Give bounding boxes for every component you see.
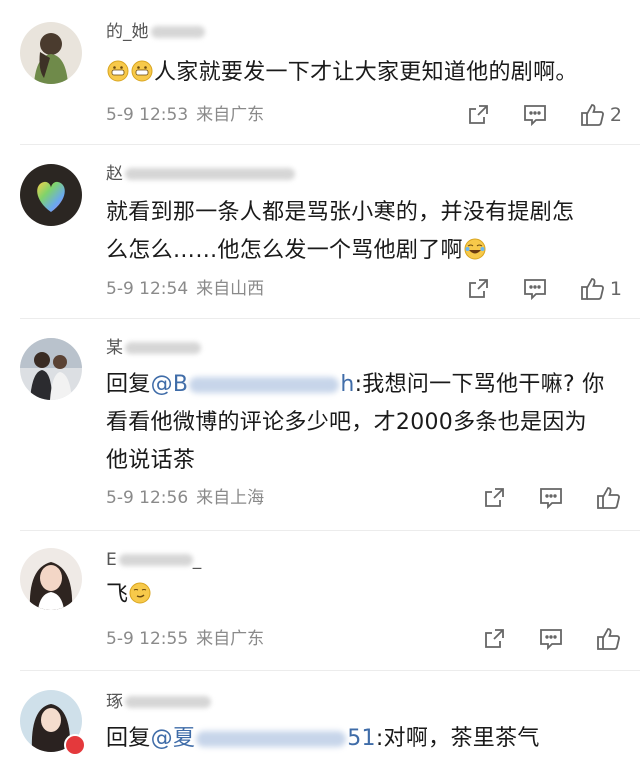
location: 来自上海 <box>196 488 265 508</box>
blurred-username <box>125 168 295 180</box>
verified-badge-icon <box>64 734 86 756</box>
thumbs-up-icon <box>581 104 604 126</box>
divider <box>20 670 640 671</box>
like-button[interactable]: 1 <box>580 277 622 301</box>
like-count: 1 <box>609 278 622 300</box>
comment-actions <box>450 624 622 654</box>
divider <box>20 144 640 145</box>
timestamp: 5-9 12:53 <box>106 105 189 125</box>
comment-text: 回复@B h:我想问一下骂他干嘛? 你 看看他微博的评论多少吧，才2000多条也是… <box>106 372 605 473</box>
timestamp: 5-9 12:55 <box>106 629 189 649</box>
share-icon <box>485 629 504 648</box>
share-button[interactable] <box>482 486 506 510</box>
divider <box>20 530 640 531</box>
like-button[interactable] <box>596 627 622 651</box>
avatar[interactable] <box>20 164 82 226</box>
location: 来自广东 <box>196 629 265 649</box>
share-button[interactable] <box>466 103 490 127</box>
comment-icon <box>540 629 562 651</box>
share-icon <box>469 105 488 124</box>
username[interactable]: 某 <box>106 336 201 360</box>
like-button[interactable]: 2 <box>580 103 622 127</box>
thumbs-up-icon <box>597 628 620 650</box>
timestamp: 5-9 12:56 <box>106 488 189 508</box>
share-button[interactable] <box>482 627 506 651</box>
share-icon <box>485 488 504 507</box>
mention-link[interactable]: @B h <box>151 372 355 397</box>
comment-button[interactable] <box>538 486 564 510</box>
comment-text: 回复@夏 51:对啊，茶里茶气 <box>106 726 540 751</box>
laugh-cry-emoji-icon <box>464 238 486 260</box>
comment-meta: 5-9 12:53 来自广东 <box>106 102 272 128</box>
comment-icon <box>524 105 546 127</box>
thumbs-up-icon <box>597 487 620 509</box>
comment-meta: 5-9 12:55 来自广东 <box>106 626 272 652</box>
mention-link[interactable]: @夏 51 <box>151 726 376 751</box>
like-button[interactable] <box>596 486 622 510</box>
comment-icon <box>540 488 562 510</box>
grin-emoji-icon <box>107 60 129 82</box>
share-button[interactable] <box>466 277 490 301</box>
comment-text: 就看到那一条人都是骂张小寒的，并没有提剧怎 么怎么……他怎么发一个骂他剧了啊 <box>106 200 575 263</box>
smirk-emoji-icon <box>129 582 151 604</box>
comment-text: 飞 <box>106 576 626 614</box>
comment-text: 人家就要发一下才让大家更知道他的剧啊。 <box>106 54 626 92</box>
comment-button[interactable] <box>522 277 548 301</box>
avatar[interactable] <box>20 548 82 610</box>
share-icon <box>469 279 488 298</box>
username[interactable]: E _ <box>106 548 201 572</box>
comment-icon <box>524 279 546 301</box>
comment-button[interactable] <box>522 103 548 127</box>
divider <box>20 318 640 319</box>
avatar[interactable] <box>20 338 82 400</box>
comment-actions <box>450 483 622 513</box>
like-count: 2 <box>609 104 622 126</box>
blurred-username <box>118 554 193 566</box>
blurred-username <box>150 26 205 38</box>
username[interactable]: 赵 <box>106 162 295 186</box>
comment-actions: 1 <box>434 274 622 304</box>
avatar[interactable] <box>20 22 82 84</box>
timestamp: 5-9 12:54 <box>106 279 189 299</box>
grin-emoji-icon <box>131 60 153 82</box>
comment-meta: 5-9 12:56 来自上海 <box>106 485 272 511</box>
comment-button[interactable] <box>538 627 564 651</box>
comment-actions: 2 <box>434 100 622 130</box>
location: 来自山西 <box>196 279 265 299</box>
username[interactable]: 琢 <box>106 690 211 714</box>
username[interactable]: 的_她 <box>106 20 205 44</box>
comment-meta: 5-9 12:54 来自山西 <box>106 276 272 302</box>
location: 来自广东 <box>196 105 265 125</box>
blurred-username <box>125 342 201 354</box>
thumbs-up-icon <box>581 278 604 300</box>
blurred-username <box>125 696 211 708</box>
